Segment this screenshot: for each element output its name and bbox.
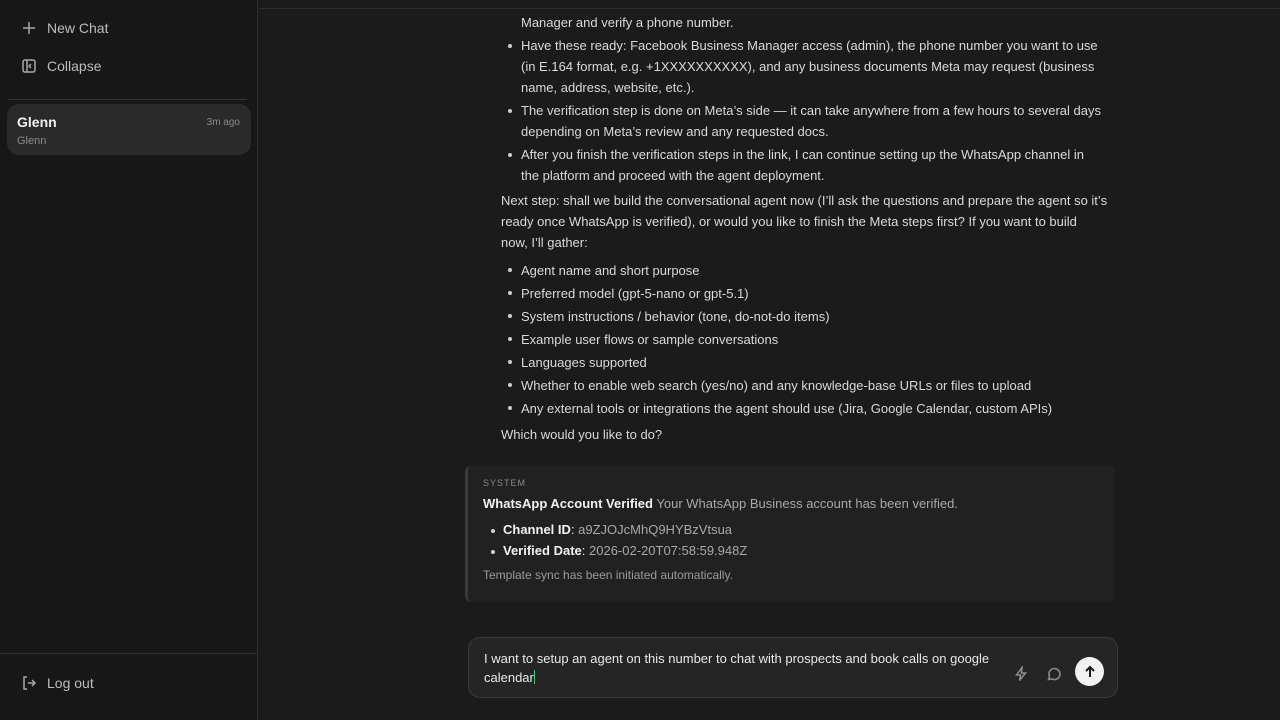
chat-list-item[interactable]: Glenn 3m ago Glenn (7, 104, 251, 155)
app: New Chat Collapse Glenn 3m ago Glenn Log… (0, 0, 1280, 720)
list-item-line: depending on Meta’s review and any reque… (521, 124, 829, 139)
assistant-message: Manager and verify a phone number. Have … (501, 12, 1121, 445)
paragraph-line: now, I’ll gather: (501, 235, 588, 250)
system-message-card: SYSTEM WhatsApp Account Verified Your Wh… (465, 466, 1115, 602)
channel-id-row: Channel ID: a9ZJOJcMhQ9HYBzVtsua (490, 522, 733, 537)
input-line: I want to setup an agent on this number … (484, 651, 990, 666)
sidebar-collapse-icon (21, 58, 37, 74)
chat-name: Glenn (17, 114, 57, 130)
list-item-line: name, address, website, etc.). (521, 80, 695, 95)
collapse-label: Collapse (47, 58, 102, 74)
message-text: Manager and verify a phone number. (521, 15, 734, 30)
input-line-2: calendar (484, 668, 1004, 687)
list-item-line: Have these ready: Facebook Business Mana… (521, 38, 1098, 53)
next-step-paragraph: Next step: shall we build the conversati… (501, 190, 1121, 253)
list-item: Preferred model (gpt-5-nano or gpt-5.1) (501, 282, 1121, 305)
list-item-line: The verification step is done on Meta’s … (521, 103, 1101, 118)
paragraph-line: ready once WhatsApp is verified), or wou… (501, 214, 1077, 229)
list-item: After you finish the verification steps … (501, 144, 1121, 186)
chat-subtitle: Glenn (17, 135, 47, 147)
list-item: Example user flows or sample conversatio… (501, 328, 1121, 351)
chat-main: Manager and verify a phone number. Have … (259, 0, 1280, 720)
logout-icon (21, 675, 37, 691)
list-item: Languages supported (501, 351, 1121, 374)
top-divider (259, 8, 1280, 9)
list-item-line: the platform and proceed with the agent … (521, 168, 825, 183)
gather-list: Agent name and short purpose Preferred m… (501, 259, 1121, 420)
collapse-button[interactable]: Collapse (21, 54, 101, 78)
logout-label: Log out (47, 675, 94, 691)
channel-id-label: Channel ID (503, 522, 571, 537)
whatsapp-icon (1047, 667, 1061, 681)
verified-date-value: 2026-02-20T07:58:59.948Z (589, 543, 748, 558)
sidebar: New Chat Collapse Glenn 3m ago Glenn Log… (0, 0, 258, 720)
chat-timestamp: 3m ago (206, 117, 240, 128)
plus-icon (21, 20, 37, 36)
send-button[interactable] (1075, 657, 1104, 686)
system-label: SYSTEM (483, 478, 527, 488)
sidebar-bottom-divider (0, 653, 257, 654)
list-item-line: After you finish the verification steps … (521, 147, 1084, 162)
list-item: Have these ready: Facebook Business Mana… (501, 35, 1121, 98)
message-composer[interactable]: I want to setup an agent on this number … (468, 637, 1118, 698)
list-item: Whether to enable web search (yes/no) an… (501, 374, 1121, 397)
verified-date-row: Verified Date: 2026-02-20T07:58:59.948Z (490, 543, 748, 558)
system-title-rest: Your WhatsApp Business account has been … (656, 496, 958, 511)
system-title-strong: WhatsApp Account Verified (483, 496, 653, 511)
list-item: Any external tools or integrations the a… (501, 397, 1121, 420)
paragraph-line: Next step: shall we build the conversati… (501, 193, 1108, 208)
closing-question: Which would you like to do? (501, 427, 663, 442)
new-chat-button[interactable]: New Chat (21, 16, 108, 40)
input-line-text: calendar (484, 670, 534, 685)
verified-date-label: Verified Date (503, 543, 582, 558)
requirements-list: Have these ready: Facebook Business Mana… (501, 35, 1121, 186)
sidebar-divider (8, 99, 247, 100)
system-title: WhatsApp Account Verified Your WhatsApp … (483, 496, 958, 511)
new-chat-label: New Chat (47, 20, 109, 36)
list-item: Agent name and short purpose (501, 259, 1121, 282)
text-caret (533, 670, 535, 684)
list-item: The verification step is done on Meta’s … (501, 100, 1121, 142)
system-note: Template sync has been initiated automat… (483, 568, 733, 582)
arrow-up-icon (1084, 665, 1095, 677)
list-item: System instructions / behavior (tone, do… (501, 305, 1121, 328)
list-item-line: (in E.164 format, e.g. +1XXXXXXXXXX), an… (521, 59, 1095, 74)
bolt-icon (1014, 666, 1028, 681)
channel-id-value: a9ZJOJcMhQ9HYBzVtsua (578, 522, 733, 537)
bolt-button[interactable] (1010, 663, 1032, 685)
message-input[interactable]: I want to setup an agent on this number … (484, 649, 1004, 687)
whatsapp-button[interactable] (1043, 663, 1065, 685)
logout-button[interactable]: Log out (21, 671, 94, 695)
